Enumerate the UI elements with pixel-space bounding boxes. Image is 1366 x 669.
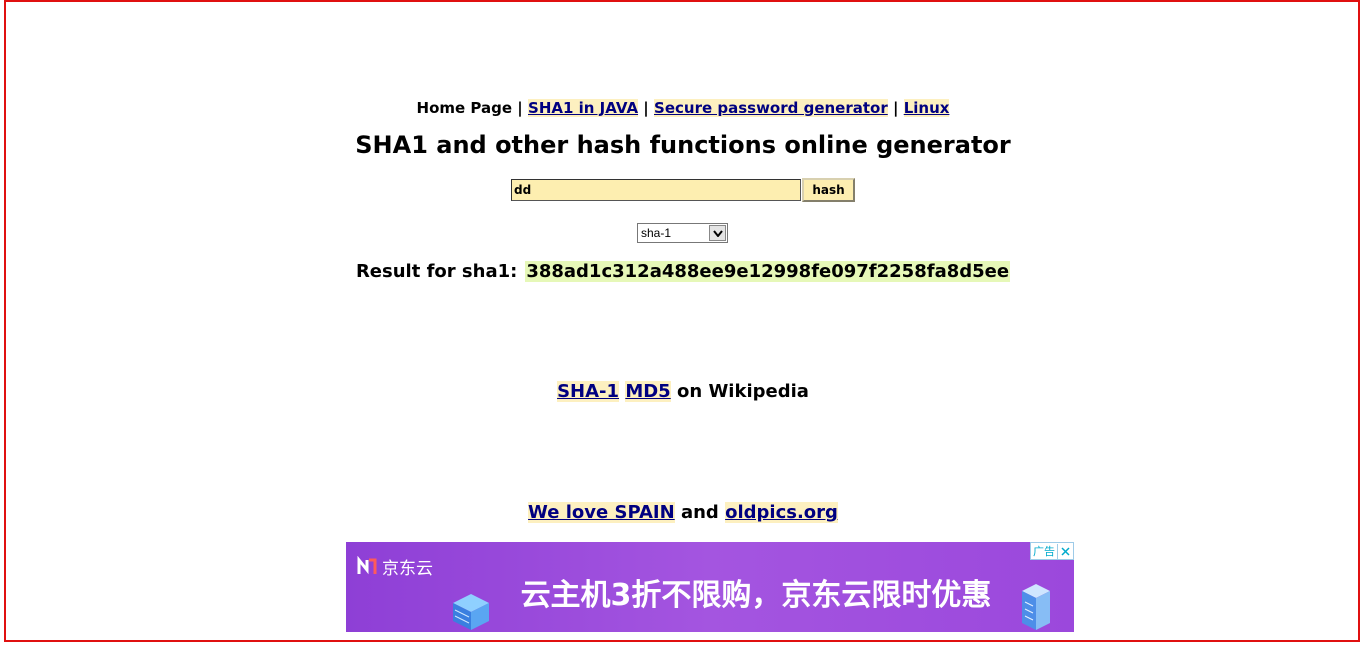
ad-badge-label: 广告 <box>1033 545 1055 558</box>
algorithm-selected-value: sha-1 <box>641 226 672 240</box>
result-line: Result for sha1: 388ad1c312a488ee9e12998f… <box>0 261 1366 282</box>
hash-button[interactable]: hash <box>802 178 855 202</box>
result-label: Result for sha1: <box>355 261 518 282</box>
nav-separator: | <box>517 99 523 117</box>
hash-text-input[interactable] <box>511 179 801 201</box>
page-title: SHA1 and other hash functions online gen… <box>355 131 1011 159</box>
result-hash-value: 388ad1c312a488ee9e12998fe097f2258fa8d5ee <box>525 261 1011 282</box>
chevron-down-icon[interactable] <box>709 225 726 241</box>
hash-form: hash <box>511 178 855 202</box>
nav-link-linux[interactable]: Linux <box>903 99 950 117</box>
ad-brand-name: 京东云 <box>382 559 433 579</box>
friend-links: We love SPAIN and oldpics.org <box>0 502 1366 523</box>
jdcloud-logo-icon <box>357 555 377 574</box>
friend-and-text: and <box>680 502 719 523</box>
advertisement-banner[interactable]: 京东云 云主机3折不限购，京东云限时优惠 广告 <box>346 542 1074 632</box>
server-icon <box>453 594 489 630</box>
wiki-suffix-text: on Wikipedia <box>677 381 809 402</box>
friend-link-oldpics[interactable]: oldpics.org <box>725 502 838 523</box>
nav-home-label: Home Page <box>416 99 513 117</box>
nav-link-sha1-java[interactable]: SHA1 in JAVA <box>528 99 639 117</box>
ad-headline: 云主机3折不限购，京东云限时优惠 <box>520 578 992 613</box>
nav-separator: | <box>643 99 649 117</box>
nav-link-password-generator[interactable]: Secure password generator <box>654 99 888 117</box>
close-icon[interactable] <box>1057 543 1073 559</box>
friend-link-spain[interactable]: We love SPAIN <box>528 502 675 523</box>
nav-separator: | <box>892 99 899 117</box>
wikipedia-links: SHA-1 MD5 on Wikipedia <box>0 381 1366 402</box>
building-icon <box>1022 584 1050 630</box>
wiki-link-md5[interactable]: MD5 <box>625 381 671 402</box>
ad-brand-logo: 京东云 <box>356 554 433 579</box>
top-navigation: Home Page | SHA1 in JAVA | Secure passwo… <box>0 99 1366 117</box>
ad-badge: 广告 <box>1030 542 1074 560</box>
wiki-link-sha1[interactable]: SHA-1 <box>557 381 620 402</box>
algorithm-select[interactable]: sha-1 <box>637 223 728 243</box>
